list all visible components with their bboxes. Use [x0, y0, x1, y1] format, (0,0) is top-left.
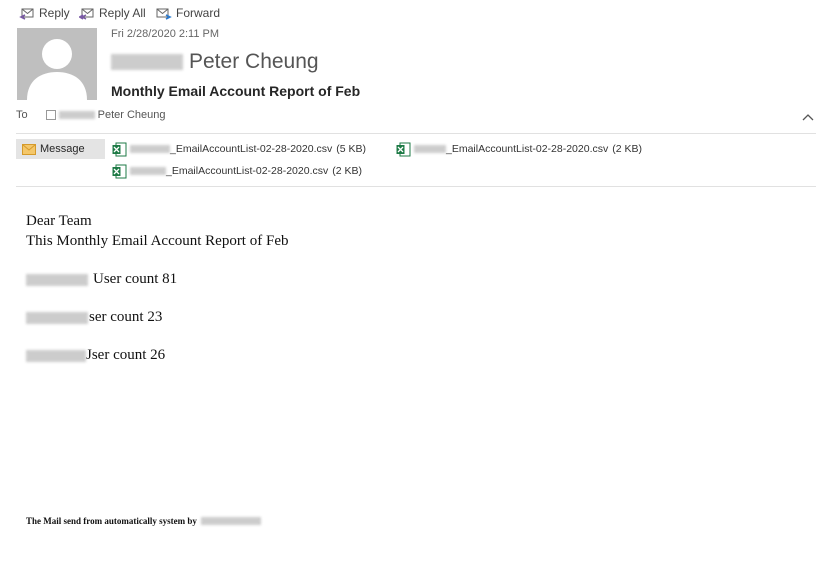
person-icon	[27, 39, 87, 100]
footer-line: The Mail send from automatically system …	[26, 516, 261, 526]
reply-icon	[19, 8, 34, 20]
redacted-attachment-prefix	[414, 145, 446, 153]
recipient-checkbox[interactable]	[45, 110, 56, 120]
forward-icon	[156, 8, 172, 20]
message-tab-label: Message	[40, 143, 85, 155]
attachment-3-size: (2 KB)	[332, 165, 363, 177]
sender-name: Peter Cheung	[189, 50, 319, 73]
message-tab[interactable]: Message	[16, 139, 105, 159]
recipient-name[interactable]: Peter Cheung	[98, 109, 166, 121]
reply-all-icon	[79, 8, 94, 20]
forward-button[interactable]: Forward	[156, 4, 220, 22]
envelope-icon	[22, 143, 36, 155]
excel-icon	[396, 142, 411, 156]
reply-all-label: Reply All	[99, 6, 146, 20]
attachment-1[interactable]: _EmailAccountList-02-28-2020.csv (5 KB)	[112, 140, 366, 158]
attachment-3-name: _EmailAccountList-02-28-2020.csv	[166, 165, 329, 177]
attachment-1-name: _EmailAccountList-02-28-2020.csv	[170, 143, 333, 155]
sender-avatar	[17, 28, 97, 100]
redacted-system-name	[200, 517, 261, 525]
count-text-1: User count 81	[93, 271, 178, 287]
excel-icon	[112, 164, 127, 178]
count-text-3: Jser count 26	[86, 347, 166, 363]
redacted-sender-prefix	[111, 54, 183, 70]
to-label: To	[16, 109, 28, 121]
header-divider	[16, 133, 816, 134]
count-line-3: Jser count 26	[26, 347, 165, 364]
count-text-2: ser count 23	[89, 309, 163, 325]
sent-date: Fri 2/28/2020 2:11 PM	[111, 28, 220, 40]
collapse-header-chevron-icon[interactable]	[802, 112, 814, 124]
to-row: To Peter Cheung	[16, 109, 166, 121]
attachment-2[interactable]: _EmailAccountList-02-28-2020.csv (2 KB)	[396, 140, 642, 158]
reply-label: Reply	[39, 6, 70, 20]
redacted-domain	[26, 311, 88, 324]
attachment-1-size: (5 KB)	[336, 143, 367, 155]
attachment-2-name: _EmailAccountList-02-28-2020.csv	[446, 143, 609, 155]
excel-icon	[112, 142, 127, 156]
redacted-recipient-prefix	[58, 111, 95, 119]
forward-label: Forward	[176, 6, 221, 20]
redacted-domain	[26, 349, 86, 362]
attachments-divider	[16, 186, 816, 187]
count-line-2: ser count 23	[26, 309, 162, 326]
redacted-domain	[26, 273, 88, 286]
reply-button[interactable]: Reply	[19, 4, 70, 22]
sender-row: Peter Cheung	[111, 50, 319, 74]
attachment-3[interactable]: _EmailAccountList-02-28-2020.csv (2 KB)	[112, 162, 362, 180]
count-line-1: User count 81	[26, 271, 177, 288]
greeting-line: Dear Team	[26, 213, 92, 229]
redacted-attachment-prefix	[130, 167, 166, 175]
attachment-2-size: (2 KB)	[612, 143, 643, 155]
reply-all-button[interactable]: Reply All	[79, 4, 146, 22]
intro-line: This Monthly Email Account Report of Feb	[26, 233, 289, 249]
email-subject: Monthly Email Account Report of Feb	[111, 83, 361, 99]
footer-text: The Mail send from automatically system …	[26, 516, 197, 526]
redacted-attachment-prefix	[130, 145, 170, 153]
